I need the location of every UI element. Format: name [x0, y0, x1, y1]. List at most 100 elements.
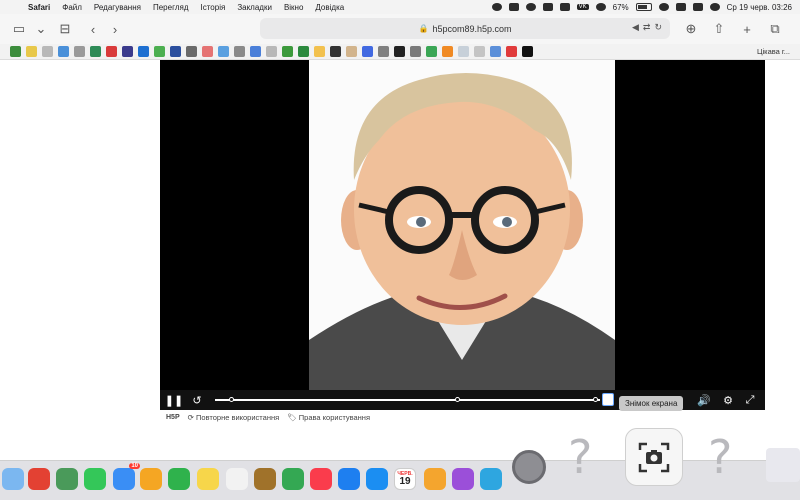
- menu-edit[interactable]: Редагування: [88, 3, 147, 12]
- favorite-icon[interactable]: [234, 46, 245, 57]
- screen-icon[interactable]: [508, 3, 519, 11]
- chat-icon[interactable]: [542, 3, 553, 11]
- upload-icon[interactable]: [525, 3, 536, 11]
- favorite-icon[interactable]: [346, 46, 357, 57]
- app-store-icon[interactable]: [366, 468, 388, 490]
- menu-bookmarks[interactable]: Закладки: [231, 3, 278, 12]
- finder-icon[interactable]: [2, 468, 24, 490]
- music-icon[interactable]: [310, 468, 332, 490]
- menu-window[interactable]: Вікно: [278, 3, 309, 12]
- mail-icon[interactable]: 10: [113, 463, 140, 490]
- favorite-icon[interactable]: [122, 46, 133, 57]
- battery-icon[interactable]: [635, 3, 652, 11]
- back-icon[interactable]: ‹: [82, 18, 104, 40]
- favorite-icon[interactable]: [522, 46, 533, 57]
- favorite-icon[interactable]: [26, 46, 37, 57]
- address-bar[interactable]: 🔒 h5pcom89.h5p.com ◀ ⇄ ↻: [260, 18, 670, 39]
- fullscreen-icon[interactable]: ⤢: [742, 392, 758, 408]
- translate-icon[interactable]: ⇄: [643, 22, 651, 33]
- favorite-icon[interactable]: [90, 46, 101, 57]
- airplay-icon[interactable]: [559, 3, 570, 11]
- search-icon[interactable]: [675, 3, 686, 11]
- reuse-link[interactable]: ⟳ Повторне використання: [188, 413, 280, 422]
- sidebar-menu-icon[interactable]: ⌄: [30, 18, 52, 40]
- favorite-icon[interactable]: [394, 46, 405, 57]
- photos-icon[interactable]: [140, 468, 162, 490]
- favorite-icon[interactable]: [474, 46, 485, 57]
- audio-icon[interactable]: ◀: [632, 22, 639, 33]
- menu-file[interactable]: Файл: [56, 3, 88, 12]
- notes-icon[interactable]: [197, 468, 219, 490]
- favorite-icon[interactable]: [10, 46, 21, 57]
- contacts-icon[interactable]: [254, 468, 276, 490]
- system-settings-icon[interactable]: [512, 450, 546, 484]
- messages-icon[interactable]: [84, 468, 106, 490]
- favorite-icon[interactable]: [506, 46, 517, 57]
- clock[interactable]: Ср 19 черв. 03:26: [727, 3, 792, 12]
- reload-icon[interactable]: ↻: [654, 22, 662, 33]
- sidebar-icon[interactable]: ▭: [8, 18, 30, 40]
- favorite-item-label[interactable]: Цікава г...: [757, 47, 800, 56]
- video-player[interactable]: ❚❚ ↺ 🔊 ⚙ ⤢: [160, 60, 765, 410]
- numbers-icon[interactable]: [282, 468, 304, 490]
- favorite-icon[interactable]: [426, 46, 437, 57]
- rewind-icon[interactable]: ↺: [189, 392, 205, 408]
- maps-icon[interactable]: [56, 468, 78, 490]
- telegram-icon[interactable]: [480, 468, 502, 490]
- screenshot-thumbnail[interactable]: [766, 448, 800, 482]
- tab-group-icon[interactable]: ⊟: [54, 18, 76, 40]
- chrome-icon[interactable]: [28, 468, 50, 490]
- control-center-icon[interactable]: [692, 3, 703, 11]
- favorite-icon[interactable]: [138, 46, 149, 57]
- favorite-icon[interactable]: [250, 46, 261, 57]
- forward-icon[interactable]: ›: [104, 18, 126, 40]
- favorite-icon[interactable]: [298, 46, 309, 57]
- menu-history[interactable]: Історія: [195, 3, 232, 12]
- favorite-icon[interactable]: [490, 46, 501, 57]
- new-tab-icon[interactable]: +: [736, 18, 758, 40]
- interaction-marker[interactable]: [229, 397, 234, 402]
- favorite-icon[interactable]: [106, 46, 117, 57]
- favorite-icon[interactable]: [218, 46, 229, 57]
- interaction-marker[interactable]: [455, 397, 460, 402]
- favorite-icon[interactable]: [170, 46, 181, 57]
- interaction-marker[interactable]: [593, 397, 598, 402]
- siri-icon[interactable]: [709, 3, 720, 11]
- favorite-icon[interactable]: [282, 46, 293, 57]
- keynote-icon[interactable]: [338, 468, 360, 490]
- favorite-icon[interactable]: [378, 46, 389, 57]
- favorite-icon[interactable]: [362, 46, 373, 57]
- volume-icon[interactable]: 🔊: [696, 392, 712, 408]
- menu-help[interactable]: Довідка: [309, 3, 350, 12]
- menu-app-safari[interactable]: Safari: [22, 3, 56, 12]
- reminders-icon[interactable]: [226, 468, 248, 490]
- favorite-icon[interactable]: [42, 46, 53, 57]
- download-icon[interactable]: ⊕: [680, 18, 702, 40]
- podcasts-icon[interactable]: [452, 468, 474, 490]
- favorite-icon[interactable]: [314, 46, 325, 57]
- settings-icon[interactable]: ⚙: [720, 392, 736, 408]
- favorite-icon[interactable]: [330, 46, 341, 57]
- pages-icon[interactable]: [424, 468, 446, 490]
- vk-icon[interactable]: VK: [576, 4, 589, 10]
- progress-knob[interactable]: [602, 393, 614, 406]
- tab-overview-icon[interactable]: ⧉: [764, 18, 786, 40]
- menu-view[interactable]: Перегляд: [147, 3, 195, 12]
- rights-link[interactable]: 🏷 Права користування: [287, 413, 370, 422]
- favorite-icon[interactable]: [458, 46, 469, 57]
- share-icon[interactable]: ⇧: [708, 18, 730, 40]
- bluetooth-icon[interactable]: [595, 3, 606, 11]
- favorite-icon[interactable]: [266, 46, 277, 57]
- favorite-icon[interactable]: [154, 46, 165, 57]
- creative-cloud-icon[interactable]: [491, 3, 502, 11]
- pause-button[interactable]: ❚❚: [165, 392, 183, 408]
- favorite-icon[interactable]: [74, 46, 85, 57]
- progress-bar[interactable]: [215, 397, 600, 402]
- favorite-icon[interactable]: [202, 46, 213, 57]
- calendar-icon[interactable]: ЧЕРВ. 19: [394, 468, 416, 490]
- favorite-icon[interactable]: [410, 46, 421, 57]
- facetime-icon[interactable]: [168, 468, 190, 490]
- favorite-icon[interactable]: [186, 46, 197, 57]
- favorite-icon[interactable]: [442, 46, 453, 57]
- wifi-icon[interactable]: [658, 3, 669, 11]
